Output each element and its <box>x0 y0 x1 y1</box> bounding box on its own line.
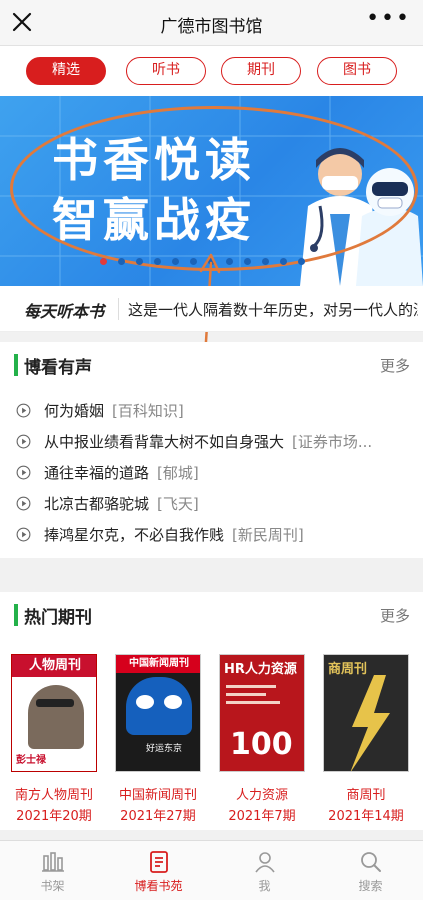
audio-list-item[interactable]: 通往幸福的道路 [郁城] <box>16 460 416 484</box>
more-link[interactable]: 更多 <box>380 605 410 626</box>
nav-label: 搜索 <box>358 879 383 893</box>
audio-source: [郁城] <box>157 464 199 482</box>
carousel-dot[interactable] <box>244 258 251 265</box>
magazine-cover[interactable]: 中国新闻周刊 好运东京 <box>115 654 201 772</box>
more-menu-icon[interactable]: ••• <box>366 6 411 31</box>
daily-book-logo: 每天听本书 <box>24 302 105 321</box>
section-title: 热门期刊 <box>24 608 92 628</box>
audio-source: [飞天] <box>157 495 199 513</box>
tab-books[interactable]: 图书 <box>317 57 397 85</box>
daily-book-notice[interactable]: 每天听本书 这是一代人隔着数十年历史，对另一代人的深情告白 <box>0 286 423 332</box>
section-header: 热门期刊 更多 <box>0 592 423 632</box>
audio-list-item[interactable]: 捧鸿星尔克，不必自我作贱 [新民周刊] <box>16 522 416 546</box>
magazine-name: 人力资源 <box>235 788 288 803</box>
magazine-item[interactable]: 商周刊 商周刊 2021年14期 <box>318 654 414 824</box>
search-icon <box>360 852 381 872</box>
magazine-item[interactable]: HR人力资源 100 人力资源 2021年7期 <box>214 654 310 824</box>
cover-headline: 100 <box>230 727 293 762</box>
audio-title: 通往幸福的道路 [郁城] <box>44 464 199 482</box>
page-title: 广德市图书馆 <box>160 17 263 37</box>
nav-search[interactable]: 搜索 <box>318 841 423 900</box>
cover-art <box>350 675 390 771</box>
carousel-dot[interactable] <box>100 258 107 265</box>
audio-list-item[interactable]: 何为婚姻 [百科知识] <box>16 398 416 422</box>
cover-headline: 彭士禄 <box>16 755 46 766</box>
person-icon <box>254 852 275 873</box>
carousel-dot[interactable] <box>154 258 161 265</box>
audio-section: 博看有声 更多 何为婚姻 [百科知识] 从中报业绩看背靠大树不如自身强大 [证券市场.… <box>0 342 423 558</box>
section-accent-bar <box>14 354 18 376</box>
carousel-dot[interactable] <box>118 258 125 265</box>
cover-masthead: 人物周刊 <box>12 655 96 677</box>
carousel-dot[interactable] <box>226 258 233 265</box>
play-icon[interactable] <box>16 496 31 511</box>
magazine-issue: 2021年27期 <box>120 809 196 824</box>
audio-title: 何为婚姻 [百科知识] <box>44 402 184 420</box>
nav-label: 书架 <box>40 879 65 893</box>
magazine-item[interactable]: 人物周刊 彭士禄 南方人物周刊 2021年20期 <box>6 654 102 824</box>
cover-masthead: HR人力资源 <box>224 662 297 677</box>
magazine-section: 热门期刊 更多 人物周刊 彭士禄 南方人物周刊 2021年20期 中国新闻周刊 … <box>0 592 423 830</box>
magazine-item[interactable]: 中国新闻周刊 好运东京 中国新闻周刊 2021年27期 <box>110 654 206 824</box>
title-bar: 广德市图书馆 ••• <box>0 0 423 46</box>
magazine-issue: 2021年20期 <box>16 809 92 824</box>
audio-source: [证券市场... <box>292 433 373 451</box>
nav-label: 我 <box>258 879 271 893</box>
section-accent-bar <box>14 604 18 626</box>
bottom-navigation: 书架 博看书苑 我 搜索 <box>0 840 423 900</box>
nav-bookview[interactable]: 博看书苑 <box>106 841 211 900</box>
section-header: 博看有声 更多 <box>0 342 423 382</box>
audio-source: [百科知识] <box>112 402 184 420</box>
cover-headline: 好运东京 <box>146 744 183 754</box>
nav-label: 博看书苑 <box>134 879 183 893</box>
tab-audiobooks[interactable]: 听书 <box>126 57 206 85</box>
bookshelf-icon <box>41 852 64 872</box>
carousel-dot[interactable] <box>172 258 179 265</box>
audio-list-item[interactable]: 从中报业绩看背靠大树不如自身强大 [证券市场... <box>16 429 416 453</box>
magazine-name: 商周刊 <box>346 788 386 803</box>
play-icon[interactable] <box>16 434 31 449</box>
tab-featured[interactable]: 精选 <box>26 57 106 85</box>
audio-title: 捧鸿星尔克，不必自我作贱 [新民周刊] <box>44 526 304 544</box>
audio-list-item[interactable]: 北凉古都骆驼城 [飞天] <box>16 491 416 515</box>
cover-masthead: 中国新闻周刊 <box>116 655 200 673</box>
carousel-dot[interactable] <box>136 258 143 265</box>
play-icon[interactable] <box>16 403 31 418</box>
nav-me[interactable]: 我 <box>212 841 317 900</box>
magazine-cover[interactable]: HR人力资源 100 <box>219 654 305 772</box>
magazine-issue: 2021年14期 <box>328 809 404 824</box>
nav-bookshelf[interactable]: 书架 <box>0 841 105 900</box>
magazine-name: 南方人物周刊 <box>14 788 93 803</box>
divider <box>118 298 119 320</box>
carousel-dot[interactable] <box>262 258 269 265</box>
carousel-dot[interactable] <box>280 258 287 265</box>
audio-title: 从中报业绩看背靠大树不如自身强大 [证券市场... <box>44 433 373 451</box>
book-icon <box>149 851 168 873</box>
section-title: 博看有声 <box>24 358 92 378</box>
audio-source: [新民周刊] <box>232 526 304 544</box>
notice-text: 这是一代人隔着数十年历史，对另一代人的深情告白 <box>128 301 418 319</box>
magazine-name: 中国新闻周刊 <box>118 788 197 803</box>
category-tabs: 精选 听书 期刊 图书 <box>0 46 423 96</box>
play-icon[interactable] <box>16 465 31 480</box>
tab-periodicals[interactable]: 期刊 <box>221 57 301 85</box>
more-link[interactable]: 更多 <box>380 355 410 376</box>
magazine-cover[interactable]: 人物周刊 彭士禄 <box>11 654 97 772</box>
magazine-cover[interactable]: 商周刊 <box>323 654 409 772</box>
audio-title: 北凉古都骆驼城 [飞天] <box>44 495 199 513</box>
magazine-issue: 2021年7期 <box>228 809 296 824</box>
carousel-dot[interactable] <box>298 258 305 265</box>
play-icon[interactable] <box>16 527 31 542</box>
